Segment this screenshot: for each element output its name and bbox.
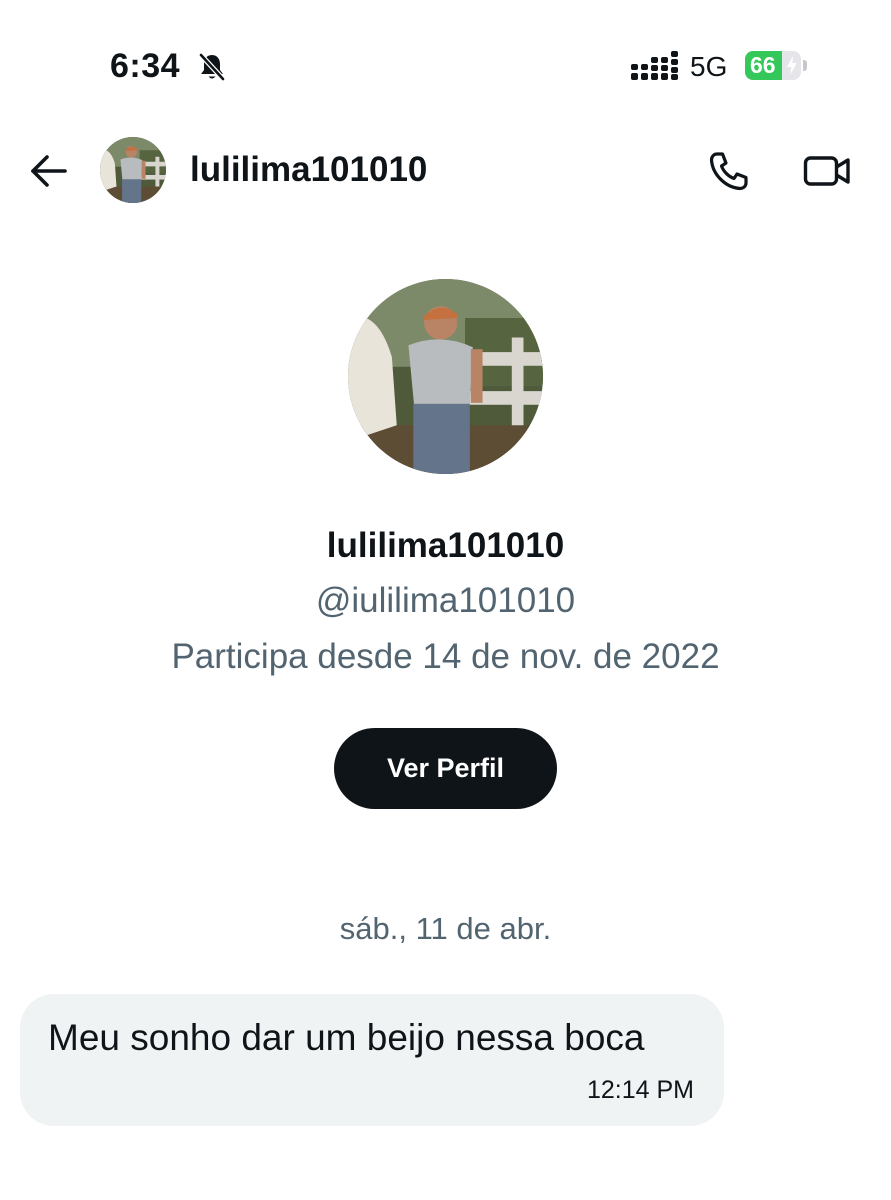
message-text: Meu sonho dar um beijo nessa boca: [48, 1017, 645, 1058]
profile-joined-date: Participa desde 14 de nov. de 2022: [171, 637, 720, 676]
profile-handle: @iulilima101010: [315, 581, 576, 620]
date-separator: sáb., 11 de abr.: [339, 911, 552, 946]
profile-name: lulilima101010: [326, 526, 565, 565]
battery-indicator: 66: [745, 51, 801, 80]
charging-bolt-icon: [787, 56, 797, 75]
header-avatar[interactable]: [100, 137, 166, 203]
battery-percent: 66: [750, 52, 776, 78]
profile-avatar[interactable]: [348, 279, 543, 474]
bell-slash-icon: [199, 53, 225, 81]
message-bubble[interactable]: Meu sonho dar um beijo nessa boca 12:14 …: [20, 994, 724, 1126]
message-timestamp: 12:14 PM: [586, 1076, 694, 1104]
video-camera-icon[interactable]: [803, 151, 851, 191]
view-profile-button[interactable]: Ver Perfil: [334, 728, 557, 809]
network-type: 5G: [690, 51, 728, 82]
status-time: 6:34: [110, 47, 181, 85]
avatar: [100, 137, 166, 203]
cellular-signal-icon: [631, 51, 678, 80]
phone-icon[interactable]: [707, 149, 751, 193]
back-arrow-icon[interactable]: [28, 150, 70, 192]
battery-cap: [803, 60, 807, 71]
avatar: [348, 279, 543, 474]
header-username[interactable]: lulilima101010: [190, 148, 427, 192]
